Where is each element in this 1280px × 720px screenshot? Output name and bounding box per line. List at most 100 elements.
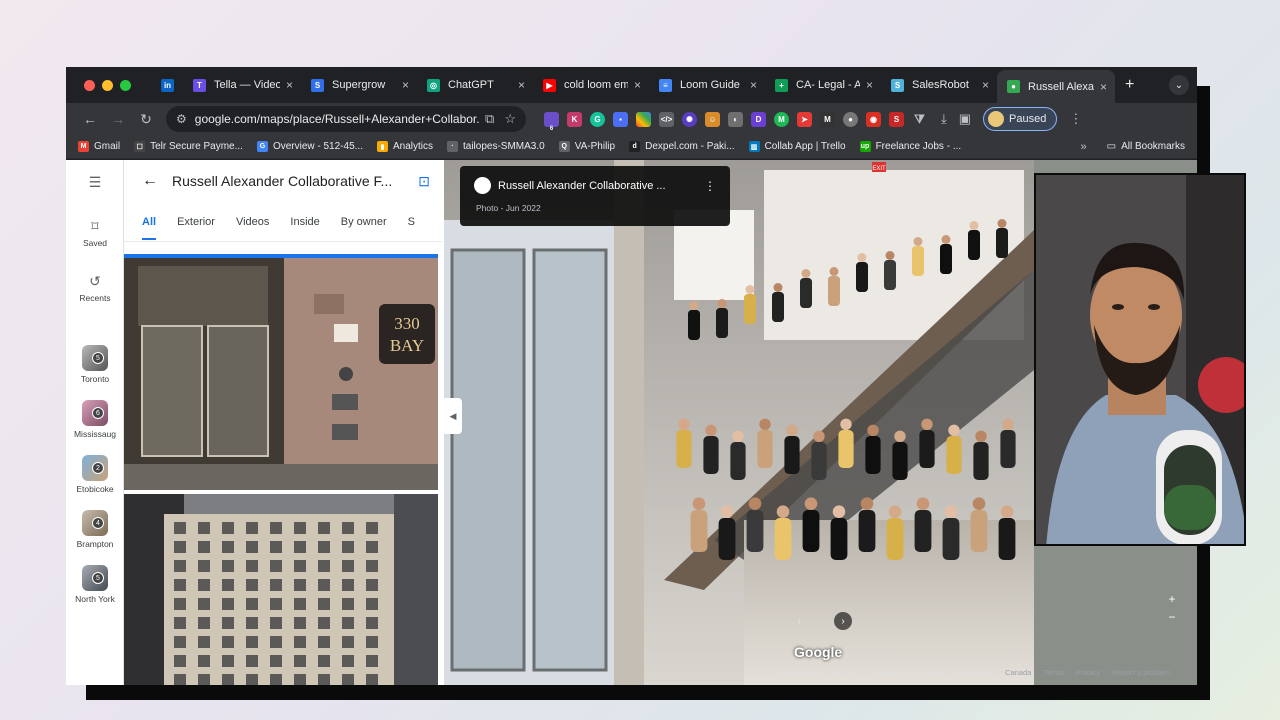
- window-pane: [342, 598, 354, 610]
- site-info-icon[interactable]: ⚙: [176, 112, 187, 126]
- back-arrow-icon[interactable]: ←: [142, 172, 158, 190]
- previous-photo-chevron-icon[interactable]: ‹: [790, 612, 808, 630]
- add-photo-icon[interactable]: ⊡: [418, 173, 430, 190]
- saved-button[interactable]: ⌑ Saved: [66, 218, 124, 248]
- url-text[interactable]: google.com/maps/place/Russell+Alexander+…: [195, 112, 479, 126]
- extension-icon[interactable]: ☺: [705, 111, 720, 127]
- window-pane: [174, 655, 186, 667]
- bookmark-item[interactable]: · tailopes-SMMA3.0: [447, 141, 545, 152]
- tab-supergrow[interactable]: S Supergrow ×: [301, 70, 417, 100]
- extension-icon[interactable]: ✺: [682, 111, 697, 127]
- tab-docs[interactable]: ≡ Loom Guide ×: [649, 70, 765, 100]
- photo-tab-exterior[interactable]: Exterior: [177, 216, 215, 228]
- address-bar[interactable]: ⚙ google.com/maps/place/Russell+Alexande…: [166, 106, 526, 132]
- footer-link[interactable]: Terms: [1043, 668, 1063, 677]
- window-pane: [342, 541, 354, 553]
- window-pane: [342, 674, 354, 685]
- next-photo-chevron-icon[interactable]: ›: [834, 612, 852, 630]
- more-bookmarks-chevron-icon[interactable]: »: [1081, 141, 1087, 153]
- photo-tab-s[interactable]: S: [408, 216, 415, 228]
- extension-icon[interactable]: ➤: [797, 111, 812, 127]
- place-thumbnail: 2: [82, 455, 108, 481]
- zoom-in-icon[interactable]: +: [1163, 590, 1181, 608]
- extension-icon[interactable]: 6: [544, 111, 559, 132]
- reload-icon[interactable]: ↻: [132, 111, 160, 128]
- more-options-icon[interactable]: ⋮: [704, 179, 716, 193]
- bookmark-label: Collab App | Trello: [764, 141, 846, 152]
- bookmark-item[interactable]: ▮ Analytics: [376, 141, 433, 152]
- building-photo[interactable]: [124, 494, 438, 685]
- recent-place-mississaug[interactable]: 6 Mississaug: [66, 400, 124, 439]
- tab-maps[interactable]: ● Russell Alexa ×: [997, 70, 1115, 103]
- code-icon[interactable]: </>: [659, 111, 674, 127]
- recent-place-brampton[interactable]: 4 Brampton: [66, 510, 124, 549]
- photo-tab-by-owner[interactable]: By owner: [341, 216, 387, 228]
- person-figure: [718, 518, 736, 560]
- footer-link[interactable]: Report a problem: [1112, 668, 1170, 677]
- footer-link[interactable]: Canada: [1005, 668, 1031, 677]
- extension-icon[interactable]: K: [567, 111, 582, 127]
- bookmark-star-icon[interactable]: ☆: [504, 111, 516, 127]
- install-app-icon[interactable]: ⧉: [485, 111, 494, 127]
- zoom-out-icon[interactable]: −: [1163, 608, 1181, 626]
- exterior-photo[interactable]: 330 BAY: [124, 254, 438, 490]
- tab-linkedin[interactable]: in: [151, 70, 183, 100]
- extension-icon[interactable]: ▪: [613, 111, 628, 127]
- back-arrow-icon[interactable]: ←: [76, 111, 104, 127]
- bookmark-item[interactable]: Q VA-Philip: [558, 141, 615, 152]
- recents-button[interactable]: ↺ Recents: [66, 273, 124, 303]
- window-pane: [270, 560, 282, 572]
- extension-icon[interactable]: S: [889, 111, 904, 127]
- tab-chatgpt[interactable]: ◎ ChatGPT ×: [417, 70, 533, 100]
- bookmark-item[interactable]: M Gmail: [78, 141, 120, 152]
- bookmark-item[interactable]: ▥ Collab App | Trello: [748, 141, 846, 152]
- recent-place-north-york[interactable]: 5 North York: [66, 565, 124, 604]
- kebab-menu-icon[interactable]: ⋮: [1069, 111, 1082, 127]
- bookmark-item[interactable]: d Dexpel.com - Paki...: [629, 141, 735, 152]
- footer-link[interactable]: Privacy: [1076, 668, 1101, 677]
- photo-tab-all[interactable]: All: [142, 216, 157, 240]
- menu-button[interactable]: ☰: [66, 174, 124, 194]
- close-window-button[interactable]: [84, 79, 95, 91]
- close-tab-icon[interactable]: ×: [1100, 80, 1107, 94]
- collapse-panel-chevron-icon[interactable]: ◀: [444, 398, 462, 434]
- close-tab-icon[interactable]: ×: [866, 78, 873, 92]
- bookmark-item[interactable]: up Freelance Jobs - ...: [859, 141, 961, 152]
- photo-tab-videos[interactable]: Videos: [236, 216, 269, 228]
- bookmark-item[interactable]: ☐ Telr Secure Payme...: [134, 141, 243, 152]
- extensions-puzzle-icon[interactable]: ⧩: [912, 112, 927, 127]
- new-tab-button[interactable]: +: [1125, 76, 1134, 94]
- tab-search-chevron-icon[interactable]: ⌄: [1169, 75, 1189, 95]
- tab-salesrobot[interactable]: S SalesRobot ×: [881, 70, 997, 100]
- window-pane: [198, 598, 210, 610]
- close-tab-icon[interactable]: ×: [634, 78, 641, 92]
- tab-youtube[interactable]: ▶ cold loom em ×: [533, 70, 649, 100]
- extension-icon[interactable]: M: [820, 111, 835, 127]
- grammarly-icon[interactable]: G: [590, 111, 605, 127]
- close-tab-icon[interactable]: ×: [750, 78, 757, 92]
- forward-arrow-icon[interactable]: →: [104, 111, 132, 127]
- recent-place-etobicoke[interactable]: 2 Etobicoke: [66, 455, 124, 494]
- recent-place-toronto[interactable]: 5 Toronto: [66, 345, 124, 384]
- profile-button[interactable]: Paused: [983, 107, 1058, 131]
- extension-icon[interactable]: D: [751, 111, 766, 127]
- extension-icon[interactable]: ◐: [728, 111, 743, 127]
- photo-card-title[interactable]: Russell Alexander Collaborative ...: [498, 180, 704, 192]
- photo-tab-inside[interactable]: Inside: [290, 216, 319, 228]
- bookmark-item[interactable]: G Overview - 512-45...: [256, 141, 363, 152]
- close-tab-icon[interactable]: ×: [518, 78, 525, 92]
- minimize-window-button[interactable]: [102, 79, 113, 91]
- tab-tella[interactable]: T Tella — Video ×: [183, 70, 301, 100]
- close-tab-icon[interactable]: ×: [286, 78, 293, 92]
- download-icon[interactable]: ⤓: [941, 111, 947, 127]
- extension-icon[interactable]: ◉: [866, 111, 881, 127]
- tab-sheets[interactable]: + CA- Legal - A ×: [765, 70, 881, 100]
- extension-icon[interactable]: [636, 111, 651, 127]
- close-tab-icon[interactable]: ×: [982, 78, 989, 92]
- close-tab-icon[interactable]: ×: [402, 78, 409, 92]
- all-bookmarks-button[interactable]: ▭ All Bookmarks: [1107, 141, 1185, 152]
- extension-icon[interactable]: M: [774, 111, 789, 127]
- extension-icon[interactable]: ●: [843, 111, 858, 127]
- maximize-window-button[interactable]: [120, 79, 131, 91]
- side-panel-icon[interactable]: ▣: [959, 111, 971, 127]
